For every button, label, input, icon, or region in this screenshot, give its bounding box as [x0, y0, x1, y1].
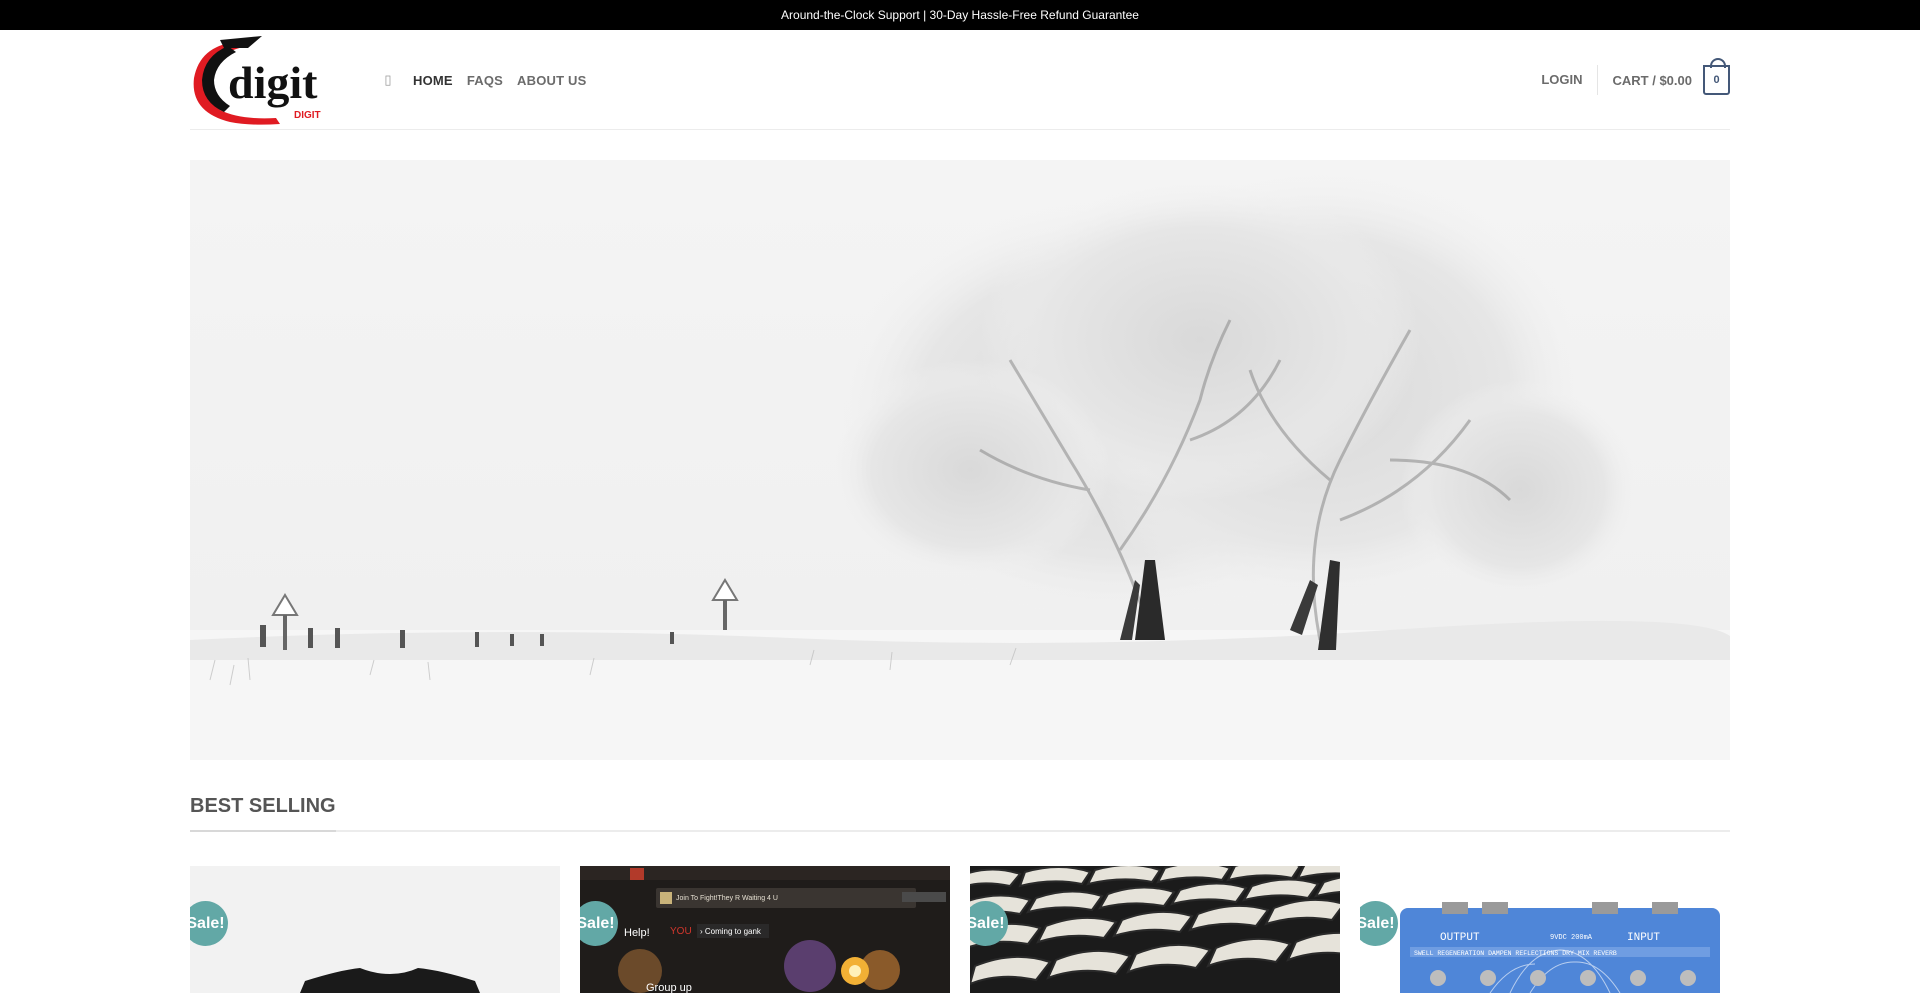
game-coming-text: › Coming to gank — [700, 927, 762, 936]
nav-about-us[interactable]: ABOUT US — [517, 73, 587, 88]
best-selling-heading: BEST SELLING — [190, 790, 1730, 832]
cart-link[interactable]: CART / $0.00 0 — [1612, 58, 1730, 95]
product-image-game: Join To Fight!They R Waiting 4 U Help! Y… — [580, 866, 950, 993]
announcement-bar: Around-the-Clock Support | 30-Day Hassle… — [0, 0, 1920, 30]
site-logo[interactable]: digit DIGIT — [190, 32, 335, 130]
cart-label: CART / $0.00 — [1612, 72, 1692, 88]
main-nav: ▯ HOME FAQS ABOUT US — [383, 30, 601, 130]
site-header: digit DIGIT ▯ HOME FAQS ABOUT US LOGIN C… — [0, 30, 1920, 130]
section-title: BEST SELLING — [190, 795, 336, 817]
nav-home[interactable]: HOME — [413, 73, 453, 88]
product-card[interactable]: Sale! OUTPUT 9VDC 200mA INPUT SWELL REGE… — [1360, 866, 1730, 993]
game-group-text: Group up — [646, 982, 692, 993]
cart-count: 0 — [1713, 74, 1720, 86]
hero-image — [190, 160, 1730, 760]
header-inner: digit DIGIT ▯ HOME FAQS ABOUT US LOGIN C… — [190, 30, 1730, 130]
section-underline — [190, 830, 336, 832]
pedal-output-text: OUTPUT — [1440, 932, 1480, 944]
product-card[interactable]: Sale! Join To Fight!They R Waiting 4 U H… — [580, 866, 950, 993]
header-actions: LOGIN CART / $0.00 0 — [1541, 30, 1730, 130]
search-icon[interactable]: ▯ — [383, 72, 393, 88]
game-join-text: Join To Fight!They R Waiting 4 U — [676, 895, 778, 902]
product-image-tshirt — [190, 866, 560, 993]
product-card[interactable]: Sale! — [970, 866, 1340, 993]
game-you-text: YOU — [670, 926, 692, 937]
shopping-bag-icon: 0 — [1703, 58, 1730, 95]
nav-faqs[interactable]: FAQS — [467, 73, 503, 88]
pedal-power-text: 9VDC 200mA — [1550, 934, 1593, 942]
logo-wordmark: digit — [228, 57, 318, 108]
logo-graphic: digit DIGIT — [193, 36, 321, 125]
product-grid: Sale! Sale! Join To Fight!They R Waiting… — [190, 866, 1730, 993]
game-help-text: Help! — [624, 927, 650, 939]
announcement-text: Around-the-Clock Support | 30-Day Hassle… — [781, 8, 1139, 22]
login-link[interactable]: LOGIN — [1541, 65, 1598, 95]
logo-small-text: DIGIT — [294, 110, 321, 121]
hero-banner[interactable] — [190, 160, 1730, 760]
pedal-knob-labels: SWELL REGENERATION DAMPEN REFLECTIONS DR… — [1414, 950, 1617, 957]
product-image-honeycomb — [970, 866, 1340, 993]
section-divider — [190, 830, 1730, 832]
product-card[interactable]: Sale! — [190, 866, 560, 993]
product-image-pedal: OUTPUT 9VDC 200mA INPUT SWELL REGENERATI… — [1360, 866, 1730, 993]
pedal-input-text: INPUT — [1627, 932, 1660, 944]
